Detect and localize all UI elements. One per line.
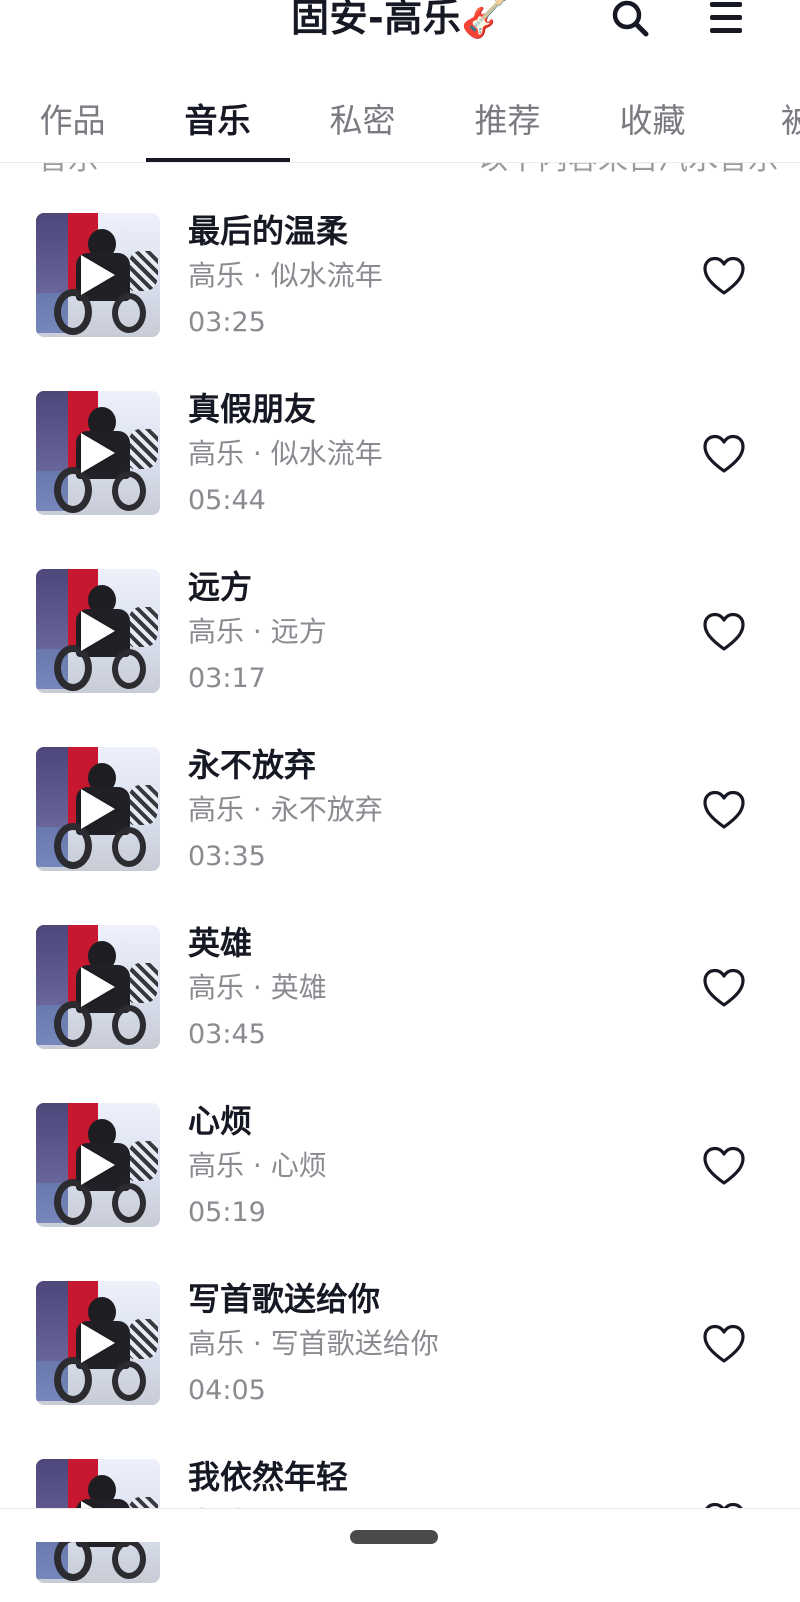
meta-separator: · — [252, 1149, 262, 1182]
song-artist: 高乐 — [188, 1149, 245, 1182]
song-meta: 高乐 · 永不放弃 — [188, 792, 383, 828]
heart-icon[interactable] — [700, 252, 748, 300]
song-row[interactable]: 最后的温柔 高乐 · 似水流年 03:25 — [0, 178, 800, 356]
tab-private[interactable]: 私密 — [290, 86, 435, 162]
song-album: 似水流年 — [270, 437, 383, 470]
heart-icon[interactable] — [700, 964, 748, 1012]
menu-button[interactable] — [702, 0, 750, 42]
song-album: 远方 — [270, 615, 327, 648]
song-cover[interactable] — [36, 925, 160, 1049]
play-icon — [81, 611, 115, 651]
heart-icon[interactable] — [700, 786, 748, 834]
song-artist: 高乐 — [188, 1327, 245, 1360]
search-button[interactable] — [606, 0, 654, 42]
song-album: 永不放弃 — [270, 793, 383, 826]
song-cover[interactable] — [36, 1281, 160, 1405]
play-icon — [81, 1145, 115, 1185]
song-list: 最后的温柔 高乐 · 似水流年 03:25 真假朋友 高乐 · 似水流年 05:… — [0, 178, 800, 1602]
song-album: 英雄 — [270, 971, 327, 1004]
song-album: 写首歌送给你 — [270, 1327, 439, 1360]
heart-icon[interactable] — [700, 430, 748, 478]
meta-separator: · — [252, 437, 262, 470]
song-row[interactable]: 写首歌送给你 高乐 · 写首歌送给你 04:05 — [0, 1246, 800, 1424]
heart-icon[interactable] — [700, 1320, 748, 1368]
song-artist: 高乐 — [188, 793, 245, 826]
song-duration: 03:25 — [188, 307, 266, 338]
meta-separator: · — [252, 259, 262, 292]
song-duration: 04:05 — [188, 1375, 266, 1406]
top-header: 固安-高乐🎸 — [0, 0, 800, 60]
song-artist: 高乐 — [188, 615, 245, 648]
song-album: 似水流年 — [270, 259, 383, 292]
page-title: 固安-高乐🎸 — [290, 0, 510, 40]
profile-tabs: 作品 音乐 私密 推荐 收藏 被 — [0, 86, 800, 163]
tab-truncated[interactable]: 被 — [725, 86, 800, 162]
song-cover[interactable] — [36, 1103, 160, 1227]
meta-separator: · — [252, 793, 262, 826]
search-icon — [612, 0, 649, 37]
play-icon — [81, 433, 115, 473]
song-cover[interactable] — [36, 747, 160, 871]
song-meta: 高乐 · 英雄 — [188, 970, 327, 1006]
heart-icon[interactable] — [700, 608, 748, 656]
song-row[interactable]: 心烦 高乐 · 心烦 05:19 — [0, 1068, 800, 1246]
song-title: 英雄 — [188, 924, 253, 962]
play-icon — [81, 967, 115, 1007]
tab-music[interactable]: 音乐 — [145, 86, 290, 162]
song-artist: 高乐 — [188, 971, 245, 1004]
tab-recommend[interactable]: 推荐 — [435, 86, 580, 162]
song-duration: 03:45 — [188, 1019, 266, 1050]
song-title: 心烦 — [188, 1102, 253, 1140]
song-duration: 05:19 — [188, 1197, 266, 1228]
meta-separator: · — [252, 615, 262, 648]
song-artist: 高乐 — [188, 437, 245, 470]
song-meta: 高乐 · 写首歌送给你 — [188, 1326, 439, 1362]
song-meta: 高乐 · 似水流年 — [188, 436, 383, 472]
meta-separator: · — [252, 1327, 262, 1360]
play-icon — [81, 789, 115, 829]
song-row[interactable]: 远方 高乐 · 远方 03:17 — [0, 534, 800, 712]
song-row[interactable]: 真假朋友 高乐 · 似水流年 05:44 — [0, 356, 800, 534]
song-cover[interactable] — [36, 213, 160, 337]
song-row[interactable]: 英雄 高乐 · 英雄 03:45 — [0, 890, 800, 1068]
song-cover[interactable] — [36, 391, 160, 515]
song-title: 我依然年轻 — [188, 1458, 349, 1496]
active-tab-indicator — [146, 158, 290, 162]
tab-favorites[interactable]: 收藏 — [580, 86, 725, 162]
song-meta: 高乐 · 心烦 — [188, 1148, 327, 1184]
song-duration: 03:17 — [188, 663, 266, 694]
tab-works[interactable]: 作品 — [0, 86, 145, 162]
song-title: 写首歌送给你 — [188, 1280, 381, 1318]
song-cover[interactable] — [36, 569, 160, 693]
song-title: 真假朋友 — [188, 390, 317, 428]
menu-icon — [710, 2, 742, 33]
song-row[interactable]: 永不放弃 高乐 · 永不放弃 03:35 — [0, 712, 800, 890]
song-duration: 05:44 — [188, 485, 266, 516]
play-icon — [81, 255, 115, 295]
home-indicator[interactable] — [350, 1530, 438, 1544]
song-artist: 高乐 — [188, 259, 245, 292]
song-meta: 高乐 · 似水流年 — [188, 258, 383, 294]
song-title: 最后的温柔 — [188, 212, 349, 250]
song-meta: 高乐 · 远方 — [188, 614, 327, 650]
song-title: 永不放弃 — [188, 746, 317, 784]
song-album: 心烦 — [270, 1149, 327, 1182]
song-duration: 03:35 — [188, 841, 266, 872]
heart-icon[interactable] — [700, 1142, 748, 1190]
song-title: 远方 — [188, 568, 253, 606]
meta-separator: · — [252, 971, 262, 1004]
play-icon — [81, 1323, 115, 1363]
